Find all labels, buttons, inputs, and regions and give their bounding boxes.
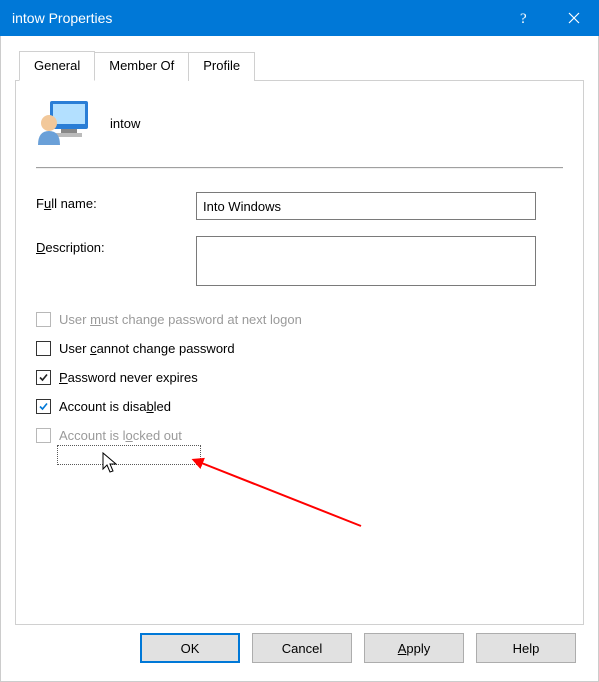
titlebar: intow Properties ? [0, 0, 599, 36]
must-change-password-checkbox [36, 312, 51, 327]
username-label: intow [110, 116, 140, 131]
description-input[interactable] [196, 236, 536, 286]
checkbox-group: User must change password at next logon … [36, 312, 563, 443]
description-row: Description: [36, 236, 563, 286]
fullname-row: Full name: [36, 192, 563, 220]
tab-strip: General Member Of Profile [1, 36, 598, 81]
tab-member-of[interactable]: Member Of [94, 52, 189, 81]
help-icon: ? [518, 10, 530, 26]
tab-page-general: intow Full name: Description: User must … [15, 80, 584, 625]
account-locked-row: Account is locked out [36, 428, 563, 443]
dialog-content: General Member Of Profile intow Full nam… [0, 36, 599, 682]
account-disabled-row: Account is disabled [36, 399, 563, 414]
user-header: intow [36, 99, 563, 147]
close-icon [568, 12, 580, 24]
tab-general[interactable]: General [19, 51, 95, 81]
user-icon [36, 99, 90, 147]
password-never-expires-checkbox[interactable] [36, 370, 51, 385]
apply-button[interactable]: Apply [364, 633, 464, 663]
check-icon [38, 372, 49, 383]
dialog-buttons: OK Cancel Apply Help [140, 633, 576, 663]
tab-profile[interactable]: Profile [188, 52, 255, 81]
divider [36, 167, 563, 168]
account-locked-checkbox [36, 428, 51, 443]
account-disabled-label: Account is disabled [59, 399, 171, 414]
fullname-input[interactable] [196, 192, 536, 220]
check-icon [38, 401, 49, 412]
account-locked-label: Account is locked out [59, 428, 182, 443]
window-title: intow Properties [12, 10, 499, 26]
ok-button[interactable]: OK [140, 633, 240, 663]
cancel-button[interactable]: Cancel [252, 633, 352, 663]
password-never-expires-label: Password never expires [59, 370, 198, 385]
close-button[interactable] [549, 0, 599, 36]
account-disabled-checkbox[interactable] [36, 399, 51, 414]
must-change-password-row: User must change password at next logon [36, 312, 563, 327]
svg-text:?: ? [520, 11, 527, 26]
cannot-change-password-label: User cannot change password [59, 341, 235, 356]
help-button[interactable]: ? [499, 0, 549, 36]
cannot-change-password-checkbox[interactable] [36, 341, 51, 356]
help-button-bottom[interactable]: Help [476, 633, 576, 663]
description-label: Description: [36, 236, 196, 255]
password-never-expires-row: Password never expires [36, 370, 563, 385]
fullname-label: Full name: [36, 192, 196, 211]
must-change-password-label: User must change password at next logon [59, 312, 302, 327]
cannot-change-password-row: User cannot change password [36, 341, 563, 356]
